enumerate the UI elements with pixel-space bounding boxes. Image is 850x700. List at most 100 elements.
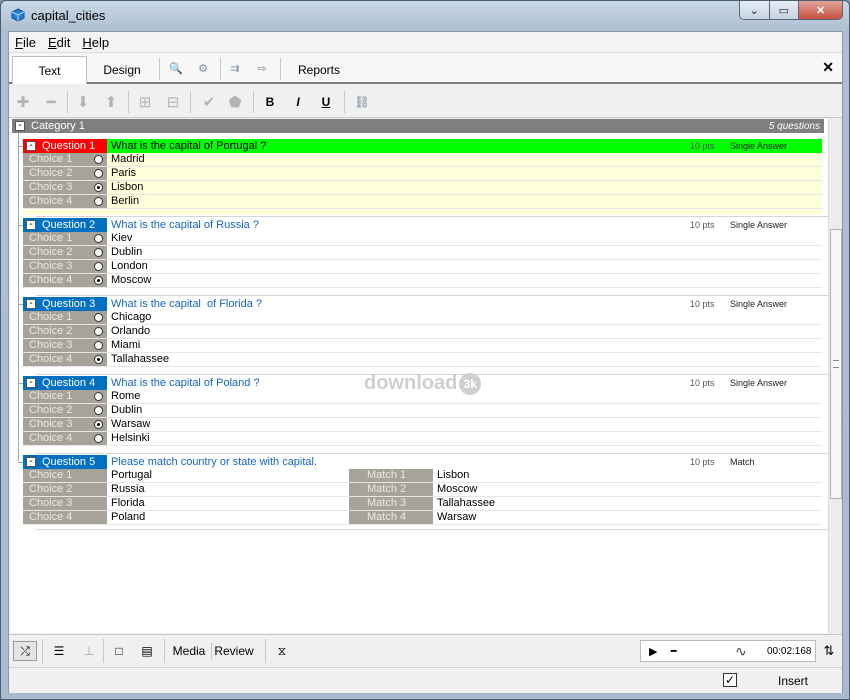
shuffle-icon[interactable]: ⤮ [13,641,37,661]
choice-text[interactable]: Orlando [111,325,150,338]
question-text[interactable]: What is the capital of Russia ? [111,219,259,231]
choice-row[interactable]: Choice 1 Chicago [23,311,822,325]
bold-button[interactable]: B [260,92,280,112]
arrow-right-icon[interactable]: ⇨ [252,58,272,78]
underline-button[interactable]: U [316,92,336,112]
shape-icon[interactable]: ⬟ [225,92,245,112]
choice-row[interactable]: Choice 2 Dublin [23,246,822,260]
collapse-icon[interactable]: - [15,121,25,131]
checkbox-icon[interactable]: ✓ [723,673,737,687]
answer-radio[interactable] [94,197,103,206]
menu-help[interactable]: Help [82,35,109,50]
choice-text[interactable]: Poland [111,511,145,524]
match-text[interactable]: Lisbon [437,469,469,482]
search-icon[interactable]: 🔍 [166,58,186,78]
choice-text[interactable]: Tallahassee [111,353,169,366]
sort-list-icon[interactable]: ⇉ [225,58,245,78]
answer-radio[interactable] [94,234,103,243]
question-2[interactable]: - Question 2 What is the capital of Russi… [23,218,822,288]
choice-row[interactable]: Choice 3 Warsaw [23,418,822,432]
answer-radio[interactable] [94,327,103,336]
document-icon[interactable]: ▤ [135,641,159,661]
tab-design[interactable]: Design [89,56,155,84]
insert-above-icon[interactable]: ⊞ [135,92,155,112]
close-window-button[interactable]: ✕ [799,1,842,19]
media-button[interactable]: Media [171,641,207,661]
match-text[interactable]: Moscow [437,483,477,496]
answer-radio[interactable] [94,248,103,257]
hourglass-icon[interactable]: ⧖ [270,641,294,661]
answer-radio[interactable] [94,262,103,271]
choice-row[interactable]: Choice 2 Dublin [23,404,822,418]
menu-file[interactable]: File [15,35,36,50]
match-text[interactable]: Tallahassee [437,497,495,510]
scrollbar-thumb[interactable] [830,229,842,499]
question-3[interactable]: - Question 3 What is the capital of Flori… [23,297,822,367]
question-label[interactable]: - Question 1 [23,139,107,153]
question-label[interactable]: - Question 4 [23,376,107,390]
choice-text[interactable]: Dublin [111,404,142,417]
choice-text[interactable]: Lisbon [111,181,143,194]
answer-radio[interactable] [94,169,103,178]
match-row[interactable]: Choice 4 Poland Match 4 Warsaw [23,511,822,525]
choice-text[interactable]: Berlin [111,195,139,208]
choice-row[interactable]: Choice 3 Miami [23,339,822,353]
page-icon[interactable]: □ [107,641,131,661]
answer-radio-selected[interactable] [94,183,103,192]
tab-reports[interactable]: Reports [291,56,347,84]
choice-text[interactable]: Kiev [111,232,132,245]
choice-row[interactable]: Choice 3 Lisbon [23,181,822,195]
sort-arrows-icon[interactable]: ⇅ [817,641,841,661]
choice-text[interactable]: Madrid [111,153,145,166]
collapse-icon[interactable]: - [26,378,36,388]
choice-text[interactable]: London [111,260,148,273]
choice-text[interactable]: Warsaw [111,418,150,431]
question-1[interactable]: - Question 1 What is the capital of Portu… [23,139,822,215]
answer-radio[interactable] [94,341,103,350]
answer-radio[interactable] [94,392,103,401]
choice-text[interactable]: Moscow [111,274,151,287]
choice-text[interactable]: Paris [111,167,136,180]
match-row[interactable]: Choice 3 Florida Match 3 Tallahassee [23,497,822,511]
play-icon[interactable]: ▶ [649,645,657,658]
link-icon[interactable]: ⛓ [352,92,372,112]
choice-row[interactable]: Choice 4 Helsinki [23,432,822,446]
collapse-icon[interactable]: - [26,299,36,309]
maximize-button[interactable]: ▭ [769,1,800,19]
close-panel-icon[interactable]: ✕ [822,59,834,76]
match-row[interactable]: Choice 1 Portugal Match 1 Lisbon [23,469,822,483]
minimize-button[interactable]: ⌄ [740,1,770,19]
remove-icon[interactable]: ━ [41,92,61,112]
move-down-icon[interactable]: ⬇ [73,92,93,112]
zoom-settings-icon[interactable]: ⚙ [193,58,213,78]
answer-radio[interactable] [94,406,103,415]
choice-text[interactable]: Dublin [111,246,142,259]
choice-row[interactable]: Choice 4 Moscow [23,274,822,288]
menu-edit[interactable]: Edit [48,35,70,50]
question-label[interactable]: - Question 3 [23,297,107,311]
vertical-scrollbar[interactable] [828,119,842,633]
pin-icon[interactable]: ⊥ [77,641,101,661]
question-label[interactable]: - Question 2 [23,218,107,232]
question-text[interactable]: Please match country or state with capit… [111,456,317,468]
answer-radio[interactable] [94,313,103,322]
match-text[interactable]: Warsaw [437,511,476,524]
answer-radio-selected[interactable] [94,276,103,285]
choice-row[interactable]: Choice 2 Orlando [23,325,822,339]
question-text[interactable]: What is the capital of Portugal ? [111,140,266,152]
answer-radio[interactable] [94,434,103,443]
list-icon[interactable]: ☰ [47,641,71,661]
italic-button[interactable]: I [288,92,308,112]
choice-row[interactable]: Choice 4 Berlin [23,195,822,209]
choice-text[interactable]: Helsinki [111,432,150,445]
choice-text[interactable]: Rome [111,390,140,403]
choice-row[interactable]: Choice 2 Paris [23,167,822,181]
answer-radio-selected[interactable] [94,355,103,364]
collapse-icon[interactable]: - [26,457,36,467]
collapse-icon[interactable]: - [26,141,36,151]
choice-row[interactable]: Choice 3 London [23,260,822,274]
category-header[interactable]: - Category 1 5 questions [12,119,824,133]
volume-minus-icon[interactable]: ━ [671,646,676,657]
question-text[interactable]: What is the capital of Poland ? [111,377,260,389]
match-row[interactable]: Choice 2 Russia Match 2 Moscow [23,483,822,497]
